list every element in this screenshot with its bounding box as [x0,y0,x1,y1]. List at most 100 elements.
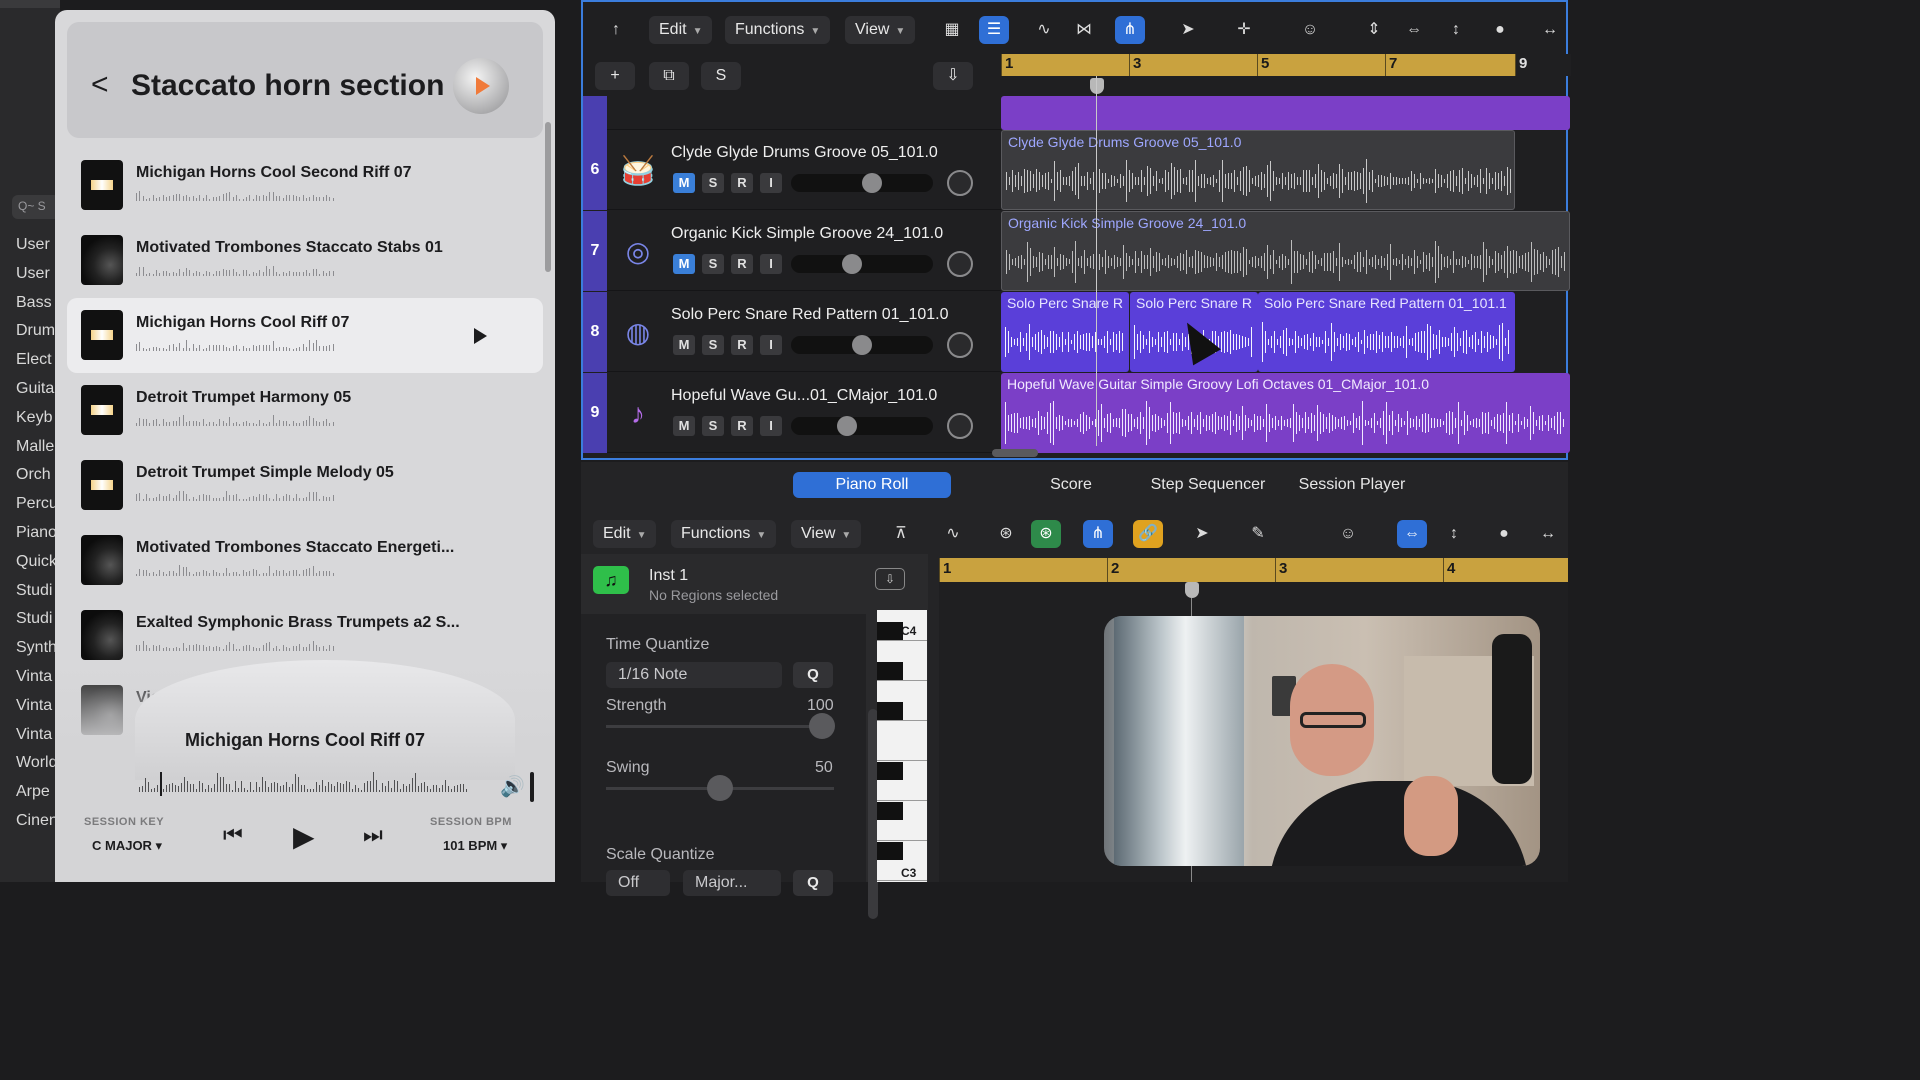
fader-knob[interactable] [852,335,872,355]
mute-button[interactable]: M [673,416,695,436]
library-category-item[interactable]: Drum [16,320,58,349]
editor-automation-icon[interactable]: ∿ [938,520,968,548]
input-monitor-button[interactable]: I [760,416,782,436]
fader-knob[interactable] [842,254,863,274]
next-track-icon[interactable]: ⏭ [363,822,383,848]
time-quantize-select[interactable]: 1/16 Note [606,662,782,688]
play-all-button[interactable] [453,58,509,114]
editor-edit-menu[interactable]: Edit ▼ [593,520,657,548]
pan-knob[interactable] [947,251,973,277]
strength-slider-knob[interactable] [809,713,835,739]
track-name[interactable]: Solo Perc Snare Red Pattern 01_101.0 [671,306,949,324]
track-header[interactable]: 6 🥁 Clyde Glyde Drums Groove 05_101.0 M S R I [583,130,1001,210]
library-search-field[interactable]: Q~ S [12,195,60,219]
player-waveform[interactable] [139,772,469,796]
library-category-item[interactable]: Bass [16,292,58,321]
volume-slider[interactable] [530,772,534,802]
grid-view-icon[interactable]: ▦ [937,16,967,44]
previous-track-icon[interactable]: ⏮ [223,822,243,848]
library-category-item[interactable]: Keyb [16,407,58,436]
crosshair-tool-icon[interactable]: ✛ [1229,16,1259,44]
library-category-item[interactable]: Elect [16,349,58,378]
audio-region[interactable]: Solo Perc Snare R [1001,292,1129,372]
volume-icon[interactable]: 🔊 [500,774,525,799]
snap-icon[interactable]: ⋔ [1115,16,1145,44]
editor-expand-icon[interactable]: ↔ [1533,520,1563,548]
black-key[interactable] [877,662,903,680]
quantize-button[interactable]: Q [793,662,833,688]
swing-slider-knob[interactable] [707,775,733,801]
scale-mode-select[interactable]: Major... [683,870,781,896]
playhead-handle[interactable] [1090,78,1104,94]
list-item[interactable]: Michigan Horns Cool Riff 07 [67,298,543,373]
scale-quantize-button[interactable]: Q [793,870,833,896]
download-icon[interactable]: ⇩ [933,62,973,90]
library-category-item[interactable]: Synth [16,637,58,666]
solo-global-button[interactable]: S [701,62,741,90]
add-track-button[interactable]: + [595,62,635,90]
mute-button[interactable]: M [673,335,695,355]
play-button[interactable]: ▶ [293,820,315,853]
audio-region[interactable]: Clyde Glyde Drums Groove 05_101.0 [1001,130,1515,210]
library-category-item[interactable]: Arpe [16,781,58,810]
list-item[interactable]: Michigan Horns Cool Second Riff 07 [67,148,543,223]
pointer-tool-icon[interactable]: ➤ [1173,16,1203,44]
library-category-item[interactable]: Guita [16,378,58,407]
pan-knob[interactable] [947,170,973,196]
library-category-item[interactable]: Vinta [16,666,58,695]
volume-fader[interactable] [791,335,933,355]
record-button[interactable]: R [731,416,753,436]
flex-icon[interactable]: ⋈ [1069,16,1099,44]
audio-region[interactable]: Hopeful Wave Guitar Simple Groovy Lofi O… [1001,373,1570,453]
volume-fader[interactable] [791,254,933,274]
library-category-item[interactable]: World [16,752,58,781]
session-key-select[interactable]: C MAJOR ▾ [92,838,162,854]
height-icon[interactable]: ↕ [1441,16,1471,44]
pencil-tool-icon[interactable]: ✎ [1243,520,1273,548]
session-bpm-select[interactable]: 101 BPM ▾ [443,838,507,854]
library-category-item[interactable]: Percu [16,493,58,522]
piano-roll-ruler[interactable]: 1 2 3 4 [939,558,1568,582]
editor-view-menu[interactable]: View ▼ [791,520,862,548]
fader-knob[interactable] [837,416,858,436]
solo-button[interactable]: S [702,416,724,436]
library-category-item[interactable]: Orch [16,464,58,493]
black-key[interactable] [877,842,903,860]
mute-button[interactable]: M [673,254,695,274]
black-key[interactable] [877,622,903,640]
editor-height-icon[interactable]: ↕ [1439,520,1469,548]
record-button[interactable]: R [731,173,753,193]
duplicate-track-button[interactable]: ⧉ [649,62,689,90]
library-category-item[interactable]: Cinen [16,810,58,839]
midi-in-icon[interactable]: ⊛ [991,520,1021,548]
collapse-icon[interactable]: ⊼ [886,520,916,548]
input-monitor-button[interactable]: I [760,173,782,193]
zoom-slider[interactable]: ● [1485,16,1515,44]
library-category-item[interactable]: User [16,234,58,263]
input-monitor-button[interactable]: I [760,254,782,274]
smiley-icon[interactable]: ☺ [1295,16,1325,44]
back-button[interactable]: < [91,70,109,100]
player-playhead[interactable] [160,772,162,796]
editor-functions-menu[interactable]: Functions ▼ [671,520,777,548]
track-name[interactable]: Organic Kick Simple Groove 24_101.0 [671,225,943,243]
editor-zoom-fit-icon[interactable]: ⇔ [1397,520,1427,548]
link-icon[interactable]: 🔗 [1133,520,1163,548]
piano-keyboard[interactable]: C4 C3 [877,610,927,882]
track-name[interactable]: Hopeful Wave Gu...01_CMajor_101.0 [671,387,937,405]
solo-button[interactable]: S [702,173,724,193]
horizontal-scrollbar[interactable] [992,449,1038,457]
expand-icon[interactable]: ↔ [1535,16,1565,44]
tab-session-player[interactable]: Session Player [1273,472,1431,498]
tab-score[interactable]: Score [1011,472,1131,498]
strength-slider-track[interactable] [606,725,834,728]
solo-button[interactable]: S [702,254,724,274]
piano-roll-playhead-handle[interactable] [1185,582,1199,598]
solo-button[interactable]: S [702,335,724,355]
catch-playhead-icon[interactable]: ↑ [601,16,631,44]
volume-fader[interactable] [791,173,933,193]
library-category-item[interactable]: Malle [16,436,58,465]
black-key[interactable] [877,762,903,780]
library-category-item[interactable]: Studi [16,580,58,609]
black-key[interactable] [877,702,903,720]
